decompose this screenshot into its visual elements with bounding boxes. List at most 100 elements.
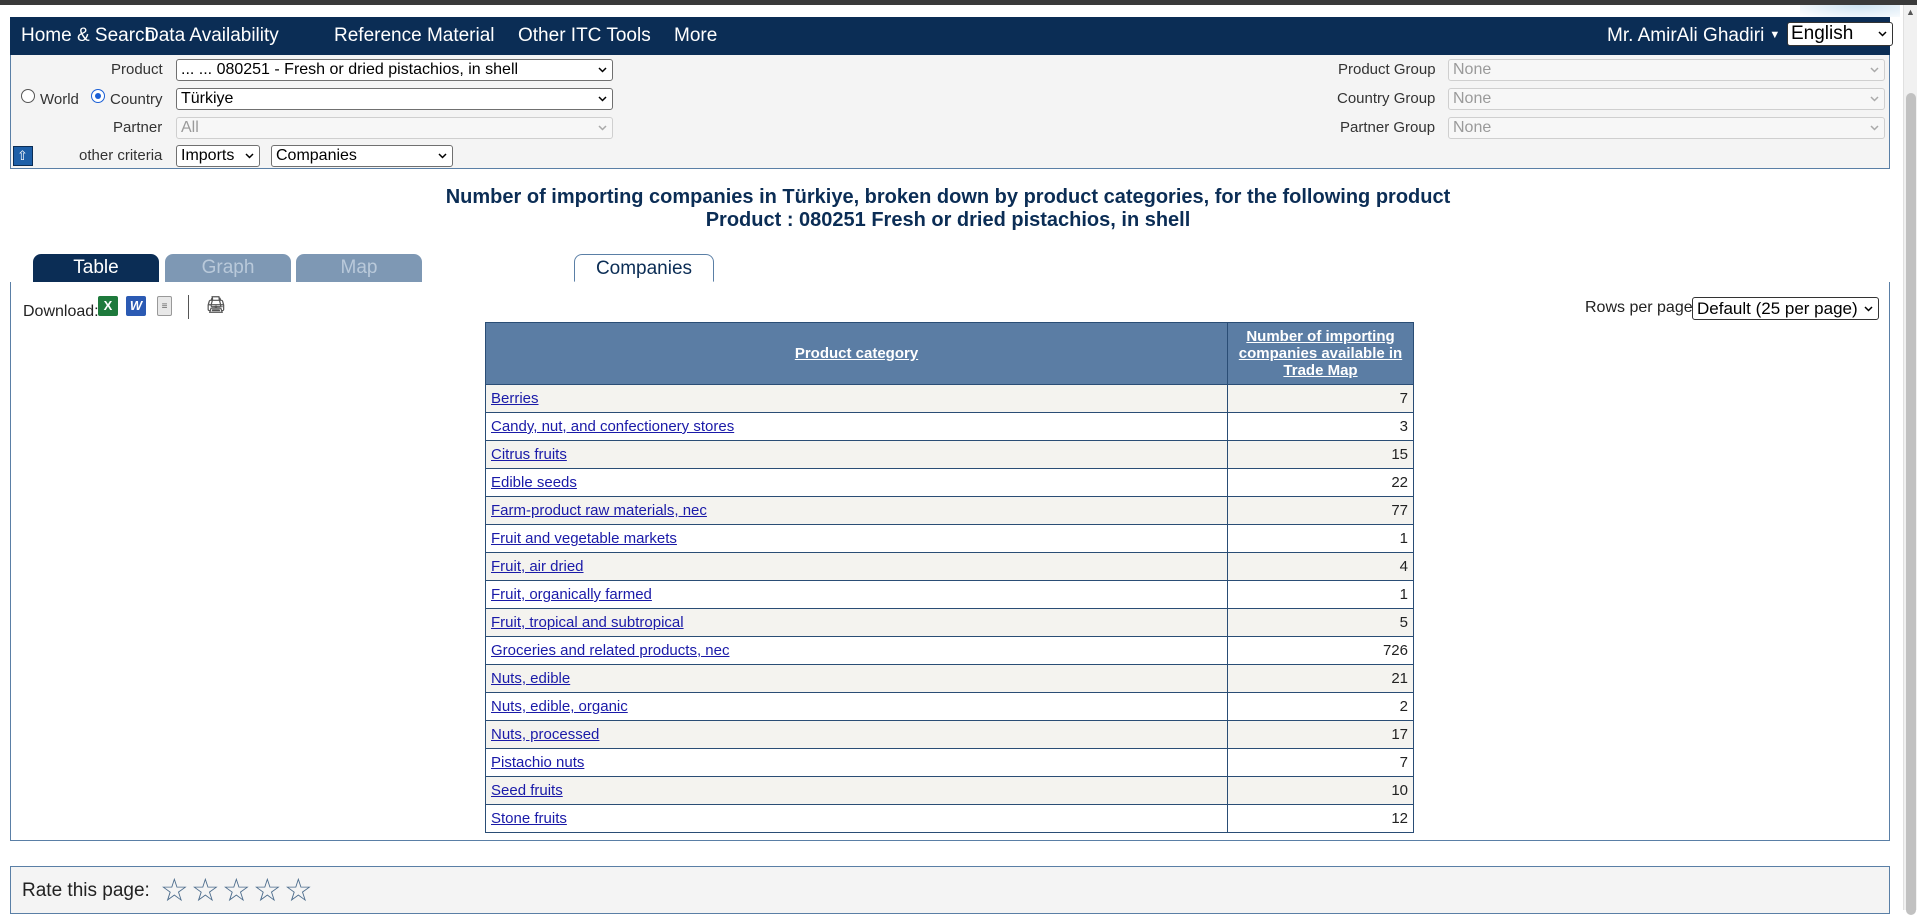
chevron-down-icon	[598, 123, 607, 132]
count-cell: 10	[1227, 776, 1414, 805]
print-icon[interactable]: 🖨	[204, 296, 228, 316]
language-select[interactable]: English	[1787, 22, 1893, 46]
column-header-product-category[interactable]: Product category	[485, 322, 1228, 385]
table-row: Citrus fruits 15	[485, 440, 1414, 469]
count-cell: 17	[1227, 720, 1414, 749]
nav-reference-material[interactable]: Reference Material	[334, 25, 495, 47]
star-icon-3[interactable]: ☆	[222, 874, 251, 906]
country-group-label: Country Group	[1337, 90, 1436, 107]
category-cell: Edible seeds	[485, 468, 1228, 497]
chevron-down-icon	[438, 151, 447, 160]
user-menu[interactable]: Mr. AmirAli Ghadiri ▼	[1607, 25, 1780, 47]
category-link[interactable]: Citrus fruits	[491, 446, 567, 463]
partner-group-select[interactable]: None	[1448, 117, 1885, 139]
count-cell: 1	[1227, 524, 1414, 553]
category-cell: Seed fruits	[485, 776, 1228, 805]
category-link[interactable]: Nuts, edible, organic	[491, 698, 628, 715]
rating-bar: Rate this page: ☆ ☆ ☆ ☆ ☆	[10, 866, 1890, 914]
table-row: Fruit, air dried 4	[485, 552, 1414, 581]
tab-companies[interactable]: Companies	[574, 254, 714, 282]
other-criteria-label: other criteria	[79, 147, 163, 164]
trade-flow-value: Imports	[181, 147, 235, 164]
category-link[interactable]: Seed fruits	[491, 782, 563, 799]
rating-label: Rate this page:	[22, 880, 150, 901]
indicator-type-select[interactable]: Companies	[271, 145, 453, 167]
table-row: Fruit, organically farmed 1	[485, 580, 1414, 609]
country-group-select[interactable]: None	[1448, 88, 1885, 110]
star-icon-1[interactable]: ☆	[160, 874, 189, 906]
nav-more[interactable]: More	[674, 25, 717, 47]
category-cell: Fruit and vegetable markets	[485, 524, 1228, 553]
rows-per-page-select[interactable]: Default (25 per page)	[1692, 297, 1879, 320]
count-cell: 3	[1227, 412, 1414, 441]
country-radio[interactable]	[91, 89, 105, 103]
excel-icon[interactable]: X	[98, 296, 118, 316]
product-select[interactable]: ... ... 080251 - Fresh or dried pistachi…	[176, 59, 613, 81]
count-cell: 77	[1227, 496, 1414, 525]
table-row: Groceries and related products, nec 726	[485, 636, 1414, 665]
category-link[interactable]: Candy, nut, and confectionery stores	[491, 418, 734, 435]
nav-other-itc-tools[interactable]: Other ITC Tools	[518, 25, 651, 47]
category-link[interactable]: Fruit, air dried	[491, 558, 584, 575]
table-row: Nuts, edible 21	[485, 664, 1414, 693]
count-cell: 7	[1227, 748, 1414, 777]
partner-group-value: None	[1453, 119, 1492, 136]
scroll-up-arrow-icon[interactable]: ▲	[1906, 7, 1915, 17]
count-cell: 21	[1227, 664, 1414, 693]
table-row: Candy, nut, and confectionery stores 3	[485, 412, 1414, 441]
category-link[interactable]: Stone fruits	[491, 810, 567, 827]
table-row: Nuts, edible, organic 2	[485, 692, 1414, 721]
star-icon-4[interactable]: ☆	[253, 874, 282, 906]
category-link[interactable]: Pistachio nuts	[491, 754, 584, 771]
table-row: Fruit and vegetable markets 1	[485, 524, 1414, 553]
page-scrollbar[interactable]: ▲	[1903, 5, 1917, 915]
category-cell: Nuts, edible	[485, 664, 1228, 693]
category-cell: Fruit, tropical and subtropical	[485, 608, 1228, 637]
world-label: World	[40, 91, 79, 108]
category-link[interactable]: Nuts, processed	[491, 726, 599, 743]
indicator-type-value: Companies	[276, 147, 357, 164]
count-cell: 2	[1227, 692, 1414, 721]
partner-group-label: Partner Group	[1340, 119, 1436, 136]
tab-map[interactable]: Map	[296, 254, 422, 282]
chevron-down-icon	[1870, 123, 1879, 132]
star-icon-2[interactable]: ☆	[191, 874, 220, 906]
category-cell: Nuts, processed	[485, 720, 1228, 749]
trade-flow-select[interactable]: Imports	[176, 145, 260, 167]
criteria-panel: Product ... ... 080251 - Fresh or dried …	[10, 55, 1890, 169]
toolbar-divider	[188, 295, 189, 319]
count-cell: 5	[1227, 608, 1414, 637]
category-link[interactable]: Farm-product raw materials, nec	[491, 502, 707, 519]
category-link[interactable]: Fruit and vegetable markets	[491, 530, 677, 547]
page-title-line-1: Number of importing companies in Türkiye…	[445, 186, 1451, 208]
scrollbar-thumb[interactable]	[1906, 93, 1916, 915]
world-radio[interactable]	[21, 89, 35, 103]
country-select[interactable]: Türkiye	[176, 88, 613, 110]
word-icon[interactable]: W	[126, 296, 146, 316]
rows-per-page-label: Rows per page	[1585, 299, 1693, 316]
nav-home-search[interactable]: Home & Search	[21, 25, 155, 47]
chevron-down-icon	[1864, 304, 1873, 313]
category-link[interactable]: Fruit, tropical and subtropical	[491, 614, 684, 631]
category-link[interactable]: Nuts, edible	[491, 670, 570, 687]
table-row: Stone fruits 12	[485, 804, 1414, 833]
text-file-icon[interactable]: ≡	[157, 296, 172, 316]
tab-table[interactable]: Table	[33, 254, 159, 282]
category-link[interactable]: Berries	[491, 390, 539, 407]
category-link[interactable]: Edible seeds	[491, 474, 577, 491]
count-cell: 7	[1227, 384, 1414, 413]
product-group-select[interactable]: None	[1448, 59, 1885, 81]
category-link[interactable]: Fruit, organically farmed	[491, 586, 652, 603]
star-icon-5[interactable]: ☆	[284, 874, 313, 906]
nav-data-availability[interactable]: Data Availability	[145, 25, 279, 47]
partner-select[interactable]: All	[176, 117, 613, 139]
table-header-row: Product category Number of importing com…	[485, 322, 1414, 385]
table-row: Nuts, processed 17	[485, 720, 1414, 749]
user-name: Mr. AmirAli Ghadiri	[1607, 25, 1765, 46]
category-cell: Stone fruits	[485, 804, 1228, 833]
category-link[interactable]: Groceries and related products, nec	[491, 642, 729, 659]
column-header-company-count[interactable]: Number of importing companies available …	[1227, 322, 1414, 385]
rows-per-page-value: Default (25 per page)	[1697, 299, 1858, 318]
tab-graph[interactable]: Graph	[165, 254, 291, 282]
collapse-criteria-button[interactable]: ⇧	[13, 146, 33, 166]
